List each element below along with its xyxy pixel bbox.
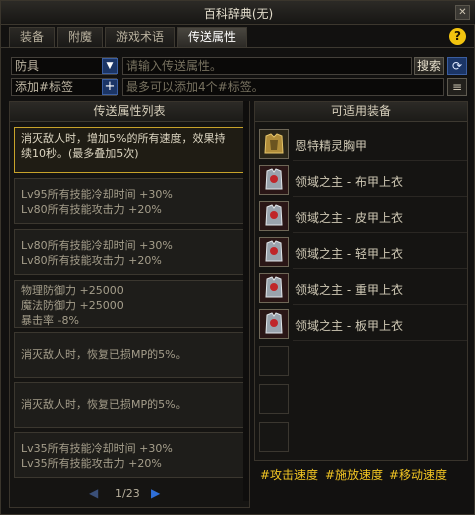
hashtag-link[interactable]: #施放速度 bbox=[325, 466, 383, 483]
attribute-line: Lv35所有技能攻击力 +20% bbox=[21, 457, 162, 470]
attribute-line: Lv80所有技能攻击力 +20% bbox=[21, 203, 162, 216]
tag-input[interactable]: 最多可以添加4个#标签。 bbox=[122, 78, 444, 96]
light-top-icon bbox=[259, 237, 289, 267]
equipment-name: 领域之主 - 重甲上衣 bbox=[295, 283, 403, 297]
empty-equipment-slot bbox=[259, 422, 289, 452]
equipment-row[interactable]: 领域之主 - 布甲上衣 bbox=[259, 164, 467, 198]
attribute-list-scrollbar[interactable] bbox=[243, 101, 249, 501]
attribute-item[interactable]: 消灭敌人时，增加5%的所有速度，效果持 续10秒。(最多叠加5次) bbox=[14, 127, 245, 173]
attribute-line: 消灭敌人时，恢复已损MP的5%。 bbox=[21, 348, 187, 361]
attribute-line: Lv35所有技能冷却时间 +30% bbox=[21, 442, 173, 455]
equipment-row[interactable]: 领域之主 - 轻甲上衣 bbox=[259, 236, 467, 270]
attribute-item[interactable]: 消灭敌人时，恢复已损MP的5%。 bbox=[14, 332, 245, 378]
tab-game-terms[interactable]: 游戏术语 bbox=[105, 27, 176, 47]
equipment-row[interactable]: 恩特精灵胸甲 bbox=[259, 128, 467, 162]
close-button[interactable]: ✕ bbox=[455, 5, 470, 20]
equipment-name: 恩特精灵胸甲 bbox=[295, 139, 368, 153]
tab-equipment[interactable]: 装备 bbox=[9, 27, 56, 47]
pagination: ◀ 1/23 ▶ bbox=[89, 486, 171, 500]
search-input[interactable]: 请输入传送属性。 bbox=[122, 57, 412, 75]
attribute-line: 续10秒。(最多叠加5次) bbox=[21, 147, 139, 160]
prev-page-button[interactable]: ◀ bbox=[89, 486, 98, 500]
attribute-line: 暴击率 -8% bbox=[21, 314, 79, 327]
window-title: 百科辞典(无) bbox=[203, 7, 274, 21]
empty-equipment-slot bbox=[259, 384, 289, 414]
equipment-name: 领域之主 - 板甲上衣 bbox=[295, 319, 403, 333]
row-divider bbox=[293, 268, 467, 269]
attribute-list-header: 传送属性列表 bbox=[10, 102, 249, 122]
attribute-item[interactable]: Lv80所有技能冷却时间 +30% Lv80所有技能攻击力 +20% bbox=[14, 229, 245, 275]
attribute-line: Lv80所有技能攻击力 +20% bbox=[21, 254, 162, 267]
tab-bar: 装备 附魔 游戏术语 传送属性 bbox=[9, 27, 248, 47]
plate-top-icon bbox=[259, 309, 289, 339]
row-divider bbox=[293, 304, 467, 305]
equipment-name: 领域之主 - 轻甲上衣 bbox=[295, 247, 403, 261]
heavy-top-icon bbox=[259, 273, 289, 303]
menu-button[interactable]: ≡ bbox=[447, 78, 467, 96]
attribute-item[interactable]: Lv35所有技能冷却时间 +30% Lv35所有技能攻击力 +20% bbox=[14, 432, 245, 478]
attribute-line: 魔法防御力 +25000 bbox=[21, 299, 124, 312]
attribute-list-panel: 传送属性列表 消灭敌人时，增加5%的所有速度，效果持 续10秒。(最多叠加5次)… bbox=[9, 101, 250, 508]
empty-equipment-slot bbox=[259, 346, 289, 376]
leather-top-icon bbox=[259, 201, 289, 231]
attribute-line: Lv80所有技能冷却时间 +30% bbox=[21, 239, 173, 252]
tab-transfer-attributes[interactable]: 传送属性 bbox=[177, 27, 248, 47]
row-divider bbox=[293, 340, 467, 341]
next-page-button[interactable]: ▶ bbox=[151, 486, 160, 500]
equipment-name: 领域之主 - 皮甲上衣 bbox=[295, 211, 403, 225]
chest-armor-icon bbox=[259, 129, 289, 159]
row-divider bbox=[293, 196, 467, 197]
attribute-line: 消灭敌人时，恢复已损MP的5%。 bbox=[21, 398, 187, 411]
row-divider bbox=[293, 232, 467, 233]
search-placeholder: 请输入传送属性。 bbox=[126, 59, 223, 73]
title-bar[interactable]: 百科辞典(无) ✕ bbox=[1, 1, 475, 25]
tab-divider bbox=[1, 47, 475, 48]
search-button[interactable]: 搜索 bbox=[414, 57, 444, 75]
refresh-button[interactable]: ⟳ bbox=[447, 57, 467, 75]
equipment-row[interactable]: 领域之主 - 重甲上衣 bbox=[259, 272, 467, 306]
tag-value: 添加#标签 bbox=[15, 80, 74, 94]
attribute-line: Lv95所有技能冷却时间 +30% bbox=[21, 188, 173, 201]
hashtag-link[interactable]: #攻击速度 bbox=[260, 466, 318, 483]
hashtag-link[interactable]: #移动速度 bbox=[389, 466, 447, 483]
category-dropdown-button[interactable]: ▼ bbox=[102, 58, 118, 74]
attribute-item[interactable]: 物理防御力 +25000 魔法防御力 +25000 暴击率 -8% bbox=[14, 280, 245, 328]
equipment-name: 领域之主 - 布甲上衣 bbox=[295, 175, 403, 189]
help-button[interactable]: ? bbox=[449, 28, 466, 45]
category-value: 防具 bbox=[15, 59, 40, 73]
add-tag-button[interactable]: + bbox=[102, 79, 118, 95]
tag-placeholder: 最多可以添加4个#标签。 bbox=[126, 80, 264, 94]
equipment-header: 可适用装备 bbox=[255, 102, 467, 122]
encyclopedia-window: 百科辞典(无) ✕ 装备 附魔 游戏术语 传送属性 ? 防具 ▼ 请输入传送属性… bbox=[0, 0, 475, 515]
attribute-item[interactable]: Lv95所有技能冷却时间 +30% Lv80所有技能攻击力 +20% bbox=[14, 178, 245, 224]
equipment-panel: 可适用装备 恩特精灵胸甲 领域之主 - 布甲上衣 领域之主 - 皮甲上衣 领域之… bbox=[254, 101, 468, 461]
attribute-line: 物理防御力 +25000 bbox=[21, 284, 124, 297]
cloth-top-icon bbox=[259, 165, 289, 195]
tab-enchant[interactable]: 附魔 bbox=[57, 27, 104, 47]
equipment-row[interactable]: 领域之主 - 板甲上衣 bbox=[259, 308, 467, 342]
attribute-item[interactable]: 消灭敌人时，恢复已损MP的5%。 bbox=[14, 382, 245, 428]
page-indicator: 1/23 bbox=[115, 487, 140, 500]
row-divider bbox=[293, 160, 467, 161]
attribute-line: 消灭敌人时，增加5%的所有速度，效果持 bbox=[21, 132, 226, 145]
equipment-row[interactable]: 领域之主 - 皮甲上衣 bbox=[259, 200, 467, 234]
